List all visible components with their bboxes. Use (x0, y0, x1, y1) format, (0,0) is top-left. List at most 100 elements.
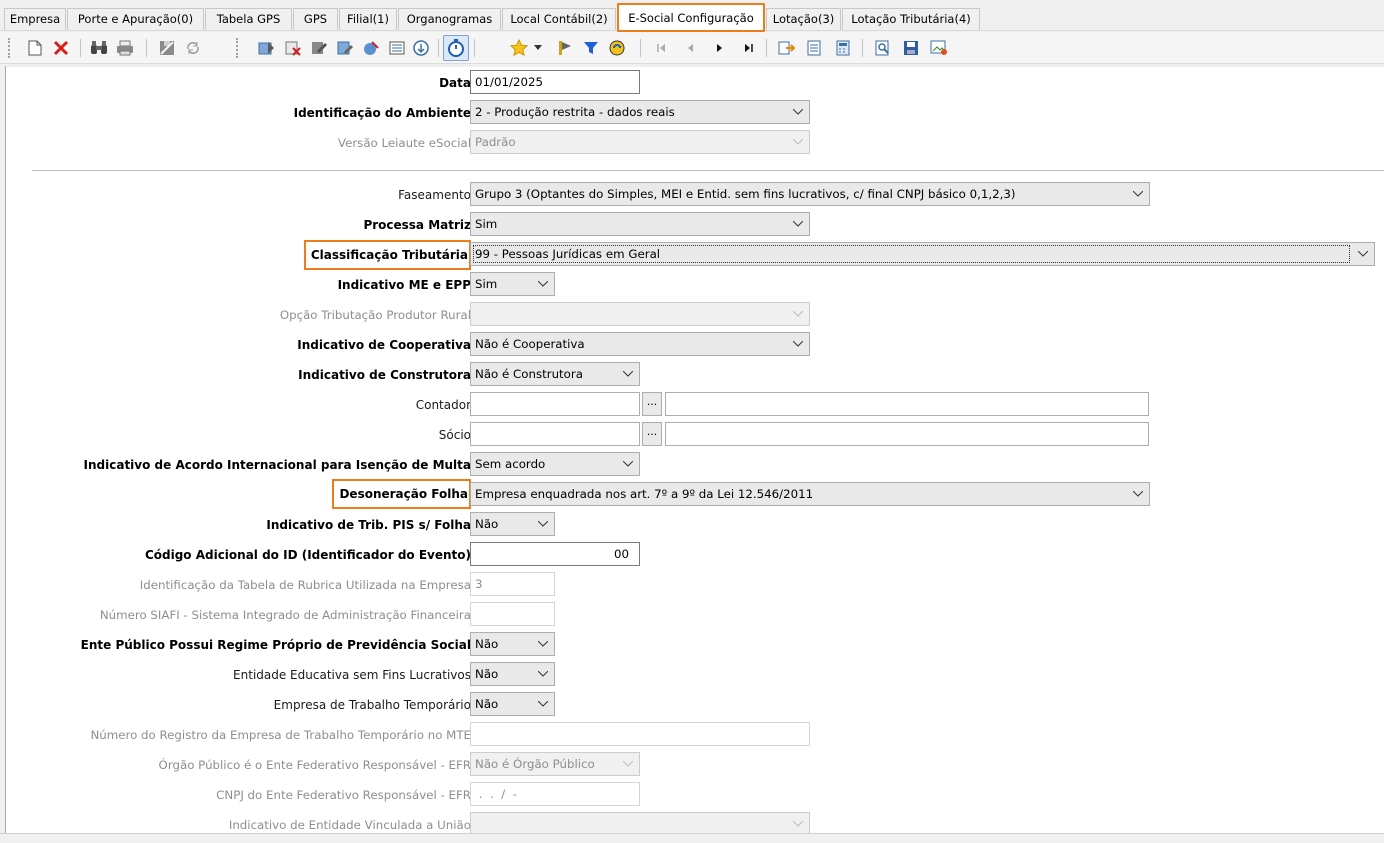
star-icon[interactable] (510, 39, 528, 57)
processa-matriz-select[interactable]: Sim (470, 212, 810, 236)
tool-g-icon[interactable] (412, 39, 430, 57)
tab-porte-apuracao[interactable]: Porte e Apuração(0) (67, 8, 204, 30)
chevron-down-icon (787, 333, 809, 355)
tab-organogramas[interactable]: Organogramas (398, 8, 501, 30)
chevron-down-icon (532, 633, 554, 655)
chevron-down-icon (1352, 243, 1374, 265)
label-classificacao-tributaria: Classificação Tributária (303, 240, 471, 270)
toolbar-separator (862, 39, 863, 57)
produtor-rural-select[interactable] (470, 302, 810, 326)
chevron-down-icon (787, 131, 809, 153)
tool-d-icon[interactable] (336, 39, 354, 57)
label-entidade-educativa: Entidade Educativa sem Fins Lucrativos (233, 668, 471, 682)
report-icon[interactable] (806, 39, 824, 57)
first-record-icon[interactable] (652, 39, 670, 57)
label-tabela-rubrica: Identificação da Tabela de Rubrica Utili… (139, 578, 471, 592)
tab-lotacao-tributaria[interactable]: Lotação Tributária(4) (842, 8, 980, 30)
label-acordo-internacional: Indicativo de Acordo Internacional para … (83, 458, 471, 472)
tab-local-contabil[interactable]: Local Contábil(2) (502, 8, 616, 30)
tab-empresa[interactable]: Empresa (4, 8, 66, 30)
socio-lookup-button[interactable]: ... (642, 422, 662, 446)
toolbar (0, 32, 1384, 64)
rpps-select[interactable]: Não (470, 632, 555, 656)
delete-icon[interactable] (52, 39, 70, 57)
label-socio: Sócio (438, 428, 471, 442)
tool-a-icon[interactable] (258, 39, 276, 57)
previous-record-icon[interactable] (682, 39, 700, 57)
tool-b-icon[interactable] (284, 39, 302, 57)
binoculars-icon[interactable] (90, 39, 108, 57)
acordo-internacional-select[interactable]: Sem acordo (470, 452, 640, 476)
codigo-adicional-input[interactable]: 00 (470, 542, 640, 566)
tabela-rubrica-input[interactable]: 3 (470, 572, 555, 596)
registro-mte-input[interactable] (470, 722, 810, 746)
toolbar-grip[interactable] (236, 38, 238, 58)
label-produtor-rural: Opção Tributação Produtor Rural (279, 308, 471, 322)
next-record-icon[interactable] (710, 39, 728, 57)
form-panel: Data 01/01/2025 Identificação do Ambient… (6, 67, 1384, 833)
cooperativa-select[interactable]: Não é Cooperativa (470, 332, 810, 356)
construtora-select[interactable]: Não é Construtora (470, 362, 640, 386)
chevron-down-icon (532, 693, 554, 715)
filter-icon[interactable] (582, 39, 600, 57)
save-icon[interactable] (158, 39, 176, 57)
tab-filial[interactable]: Filial(1) (339, 8, 397, 30)
cnpj-efr-input[interactable]: . . / - (470, 782, 640, 806)
preview-icon[interactable] (874, 39, 892, 57)
tool-f-icon[interactable] (388, 39, 406, 57)
save-as-icon[interactable] (902, 39, 920, 57)
data-input[interactable]: 01/01/2025 (470, 70, 640, 94)
trabalho-temporario-select[interactable]: Não (470, 692, 555, 716)
section-divider (32, 170, 1384, 171)
faseamento-select[interactable]: Grupo 3 (Optantes do Simples, MEI e Enti… (470, 182, 1150, 206)
desoneracao-folha-select[interactable]: Empresa enquadrada nos art. 7º a 9º da L… (470, 482, 1150, 506)
tool-c-icon[interactable] (310, 39, 328, 57)
last-record-icon[interactable] (740, 39, 758, 57)
label-trabalho-temporario: Empresa de Trabalho Temporário (273, 698, 471, 712)
label-siafi: Número SIAFI - Sistema Integrado de Admi… (99, 608, 471, 622)
label-contador: Contador (415, 398, 471, 412)
orgao-publico-select[interactable]: Não é Órgão Público (470, 752, 640, 776)
label-versao-leiaute: Versão Leiaute eSocial (337, 136, 471, 150)
socio-code-input[interactable] (470, 422, 640, 446)
classificacao-tributaria-select[interactable]: 99 - Pessoas Jurídicas em Geral (470, 242, 1375, 266)
calculator-icon[interactable] (834, 39, 852, 57)
chevron-down-icon (787, 101, 809, 123)
label-codigo-adicional: Código Adicional do ID (Identificador do… (144, 548, 471, 562)
contador-code-input[interactable] (470, 392, 640, 416)
image-icon[interactable] (930, 39, 948, 57)
ambiente-select[interactable]: 2 - Produção restrita - dados reais (470, 100, 810, 124)
siafi-input[interactable] (470, 602, 555, 626)
tool-e-icon[interactable] (362, 39, 380, 57)
flag-icon[interactable] (556, 39, 574, 57)
toolbar-separator (80, 39, 81, 57)
me-epp-select[interactable]: Sim (470, 272, 555, 296)
label-desoneracao-folha: Desoneração Folha (332, 479, 471, 509)
socio-name-input[interactable] (665, 422, 1149, 446)
print-icon[interactable] (116, 39, 134, 57)
toolbar-grip[interactable] (8, 38, 10, 58)
pis-folha-select[interactable]: Não (470, 512, 555, 536)
export-icon[interactable] (778, 39, 796, 57)
chevron-down-icon (787, 303, 809, 325)
timer-icon[interactable] (443, 35, 469, 61)
chevron-down-icon (532, 513, 554, 535)
versao-leiaute-select[interactable]: Padrão (470, 130, 810, 154)
tab-lotacao[interactable]: Lotação(3) (766, 8, 841, 30)
chevron-down-icon (1127, 183, 1149, 205)
refresh-icon[interactable] (184, 39, 202, 57)
contador-lookup-button[interactable]: ... (642, 392, 662, 416)
tab-gps[interactable]: GPS (293, 8, 338, 30)
contador-name-input[interactable] (665, 392, 1149, 416)
dropdown-arrow-icon[interactable] (533, 39, 543, 57)
chevron-down-icon (617, 753, 639, 775)
tab-esocial-configuracao[interactable]: E-Social Configuração (617, 3, 765, 32)
new-icon[interactable] (26, 39, 44, 57)
sync-icon[interactable] (608, 39, 626, 57)
label-construtora: Indicativo de Construtora (298, 368, 471, 382)
vinculada-uniao-select[interactable] (470, 812, 810, 833)
tab-tabela-gps[interactable]: Tabela GPS (205, 8, 292, 30)
toolbar-separator (438, 39, 439, 57)
entidade-educativa-select[interactable]: Não (470, 662, 555, 686)
label-data: Data (439, 76, 471, 90)
